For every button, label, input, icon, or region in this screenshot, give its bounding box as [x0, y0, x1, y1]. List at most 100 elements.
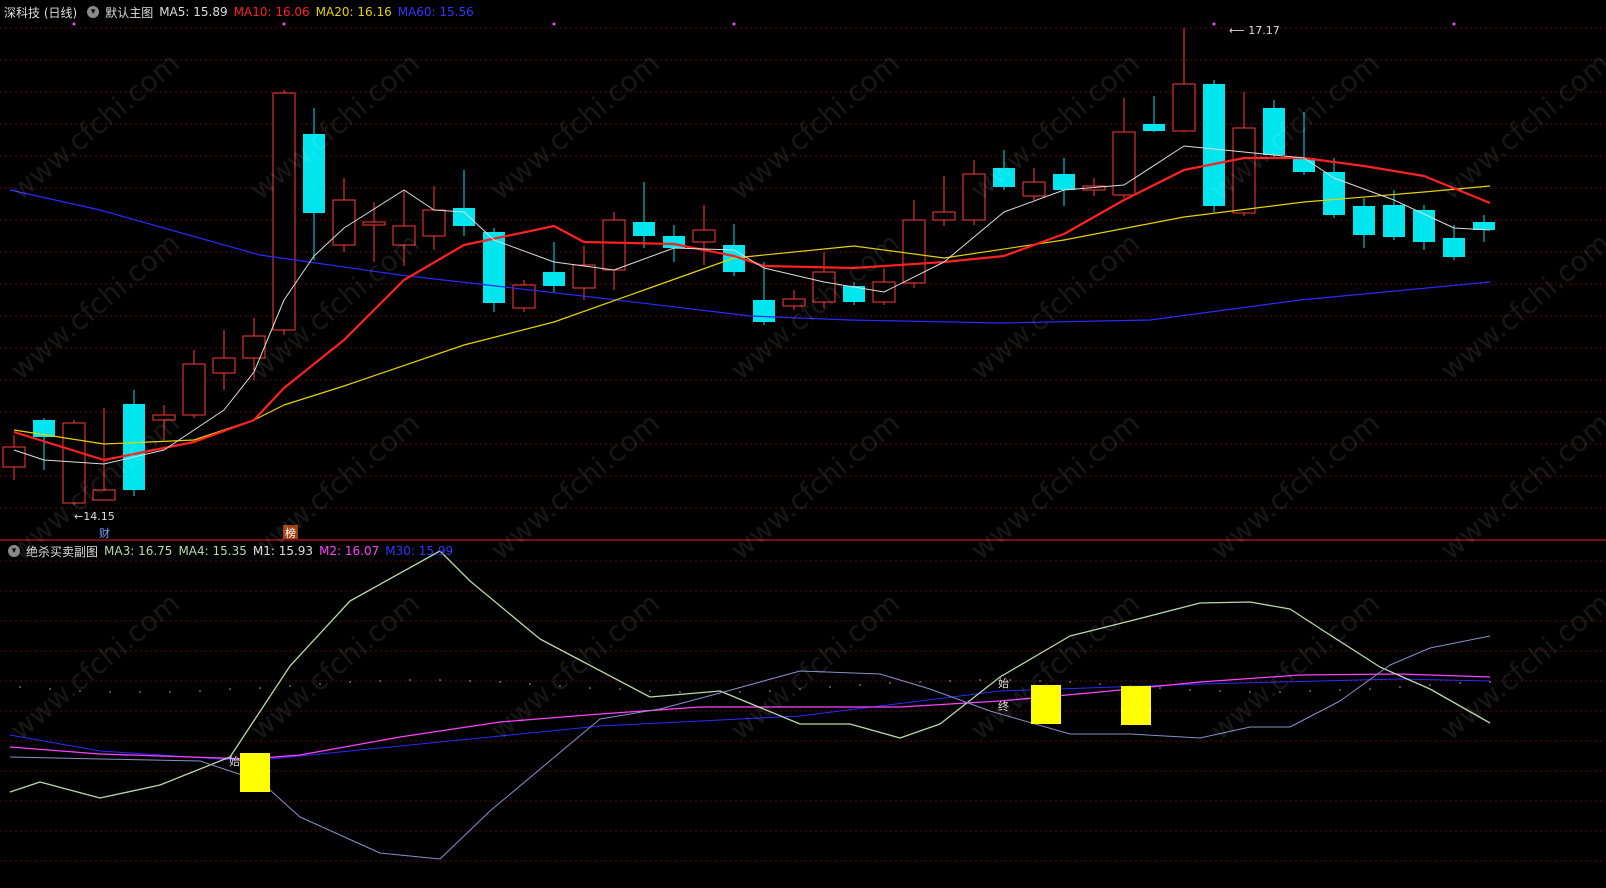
candle-body-up — [152, 414, 176, 421]
ma20-value: MA20: 16.16 — [315, 5, 392, 19]
m1-value: M1: 15.93 — [252, 544, 314, 558]
indicator-dot — [1489, 681, 1491, 683]
candle-body-down — [1443, 238, 1465, 257]
ma60-value: MA60: 15.56 — [397, 5, 474, 19]
signal-block — [1121, 686, 1151, 725]
indicator-dot — [499, 681, 501, 683]
ma4-value: MA4: 15.35 — [178, 544, 247, 558]
candle-body-down — [753, 300, 775, 322]
indicator-dot — [1009, 679, 1011, 681]
indicator-dot — [1399, 686, 1401, 688]
indicator-dot — [1429, 684, 1431, 686]
indicator-dot — [229, 688, 231, 690]
candle-body-up — [212, 357, 236, 374]
high-price-label: ⟵ 17.17 — [1229, 24, 1280, 37]
indicator-dot — [679, 691, 681, 693]
indicator-dot — [439, 679, 441, 681]
indicator-dot — [1129, 685, 1131, 687]
candle-body-up — [962, 173, 986, 221]
indicator-dot — [649, 690, 651, 692]
candle-body-up — [1232, 127, 1256, 214]
dropdown-circle-icon[interactable]: ▾ — [87, 6, 100, 18]
candle-body-down — [1203, 84, 1225, 206]
sub-chart-panel[interactable]: ▾ 绝杀买卖副图 MA3: 16.75 MA4: 15.35 M1: 15.93… — [0, 541, 1606, 888]
sub-indicator-name[interactable]: 绝杀买卖副图 — [26, 543, 98, 560]
indicator-chart[interactable] — [0, 541, 1606, 888]
candle-body-up — [272, 92, 296, 331]
indicator-dot — [529, 683, 531, 685]
candle-body-up — [92, 489, 116, 501]
indicator-dot — [859, 684, 861, 686]
main-chart-panel[interactable]: 深科技 (日线) ▾ 默认主图 MA5: 15.89 MA10: 16.06 M… — [0, 0, 1606, 541]
indicator-dot — [79, 690, 81, 692]
indicator-dot — [49, 688, 51, 690]
m30-line — [9, 678, 1491, 762]
indicator-dot — [1099, 683, 1101, 685]
indicator-dot — [1309, 690, 1311, 692]
candle-body-down — [1143, 124, 1165, 131]
indicator-dot — [109, 691, 111, 693]
signal-dot — [282, 22, 286, 26]
indicator-dot — [1189, 689, 1191, 691]
indicator-dot — [319, 683, 321, 685]
indicator-dot — [169, 691, 171, 693]
indicator-dot — [979, 679, 981, 681]
m30-value: M30: 15.99 — [385, 544, 454, 558]
indicator-dot — [139, 691, 141, 693]
indicator-dot — [349, 681, 351, 683]
signal-dot — [552, 22, 556, 26]
indicator-dot — [379, 680, 381, 682]
indicator-dot — [949, 680, 951, 682]
candle-body-down — [303, 134, 325, 213]
signal-dot — [1212, 22, 1216, 26]
indicator-dot — [1459, 682, 1461, 684]
candle-body-down — [993, 168, 1015, 187]
dropdown-circle-icon[interactable]: ▾ — [8, 545, 20, 557]
end-signal-label: 终 — [998, 700, 1009, 713]
indicator-dot — [919, 681, 921, 683]
indicator-dot — [829, 686, 831, 688]
candle-body-up — [932, 211, 956, 221]
candle-body-up — [362, 221, 386, 226]
candlestick-chart[interactable] — [0, 0, 1606, 540]
indicator-dot — [199, 690, 201, 692]
candle-body-up — [812, 271, 836, 303]
indicator-dot — [709, 691, 711, 693]
ma20-line — [13, 185, 1491, 445]
indicator-dot — [559, 685, 561, 687]
indicator-dot — [289, 685, 291, 687]
candle-body-down — [123, 404, 145, 490]
candle-body-up — [1172, 83, 1196, 132]
candle-body-up — [782, 298, 806, 307]
start-signal-label: 始 — [998, 677, 1009, 690]
candle-body-up — [422, 209, 446, 237]
candle-body-up — [602, 219, 626, 271]
indicator-dot — [19, 686, 21, 688]
candle-body-down — [1053, 174, 1075, 190]
main-indicator-name[interactable]: 默认主图 — [105, 4, 153, 21]
ma5-line — [13, 145, 1491, 465]
ma5-value: MA5: 15.89 — [159, 5, 228, 19]
indicator-dot — [1219, 690, 1221, 692]
indicator-dot — [799, 688, 801, 690]
indicator-dot — [1069, 681, 1071, 683]
candle-body-down — [453, 208, 475, 226]
sub-legend: ▾ 绝杀买卖副图 MA3: 16.75 MA4: 15.35 M1: 15.93… — [4, 541, 459, 561]
indicator-dot — [739, 691, 741, 693]
indicator-dot — [1159, 687, 1161, 689]
indicator-dot — [1249, 691, 1251, 693]
candle-body-up — [692, 229, 716, 243]
indicator-dot — [1339, 689, 1341, 691]
candle-body-down — [1413, 210, 1435, 242]
indicator-dot — [1279, 691, 1281, 693]
indicator-dot — [619, 688, 621, 690]
main-legend: 深科技 (日线) ▾ 默认主图 MA5: 15.89 MA10: 16.06 M… — [4, 2, 480, 22]
candle-body-down — [543, 272, 565, 286]
signal-dot — [72, 22, 76, 26]
indicator-dot — [259, 687, 261, 689]
candle-body-up — [392, 225, 416, 246]
low-price-label: ←14.15 — [74, 510, 115, 523]
ma4-line — [9, 635, 1491, 860]
m2-line — [9, 673, 1491, 760]
start-signal-label: 始 — [229, 755, 240, 768]
